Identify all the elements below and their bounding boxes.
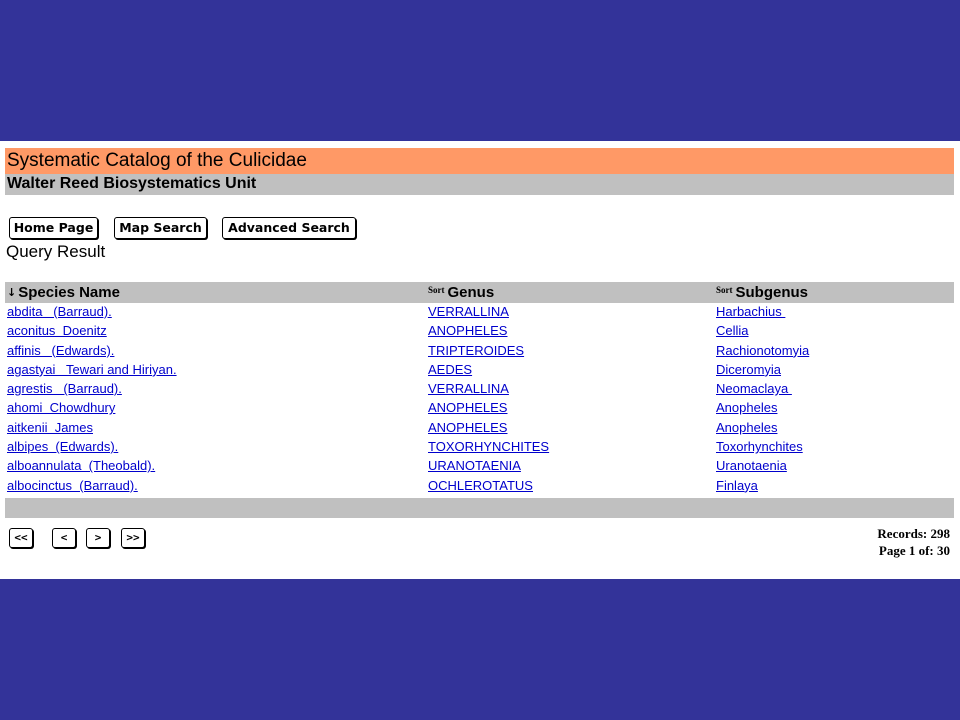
genus-link[interactable]: OCHLEROTATUS [428,478,533,493]
table-row: abdita (Barraud). VERRALLINA Harbachius [0,304,960,323]
subgenus-link[interactable]: Rachionotomyia [716,343,809,358]
table-row: albipes (Edwards). TOXORHYNCHITES Toxorhyn… [0,439,960,458]
table-row: aitkenii James ANOPHELES Anopheles [0,420,960,439]
map-search-button[interactable]: Map Search [114,217,207,239]
table-row: aconitus Doenitz ANOPHELES Cellia [0,323,960,342]
species-link[interactable]: aitkenii James [7,420,93,435]
table-row: alboannulata (Theobald). URANOTAENIA Urano… [0,458,960,477]
title-bar: Systematic Catalog of the Culicidae [5,148,954,174]
genus-link[interactable]: URANOTAENIA [428,458,521,473]
genus-link[interactable]: TOXORHYNCHITES [428,439,549,454]
genus-link[interactable]: TRIPTEROIDES [428,343,524,358]
header-species[interactable]: ↓ Species Name [7,284,120,301]
table-footer-bar [5,498,954,518]
genus-link[interactable]: ANOPHELES [428,420,507,435]
catalog-panel: Systematic Catalog of the Culicidae Walt… [0,141,960,579]
species-link[interactable]: albipes (Edwards). [7,439,118,454]
species-link[interactable]: aconitus Doenitz [7,323,107,338]
header-genus[interactable]: Sort Genus [428,284,494,301]
first-page-button[interactable]: << [9,528,33,548]
genus-link[interactable]: VERRALLINA [428,304,509,319]
species-link[interactable]: agrestis (Barraud). [7,381,122,396]
prev-page-button[interactable]: < [52,528,76,548]
subgenus-link[interactable]: Diceromyia [716,362,781,377]
page-title: Systematic Catalog of the Culicidae [7,150,307,171]
next-page-button[interactable]: > [86,528,110,548]
home-page-button[interactable]: Home Page [9,217,98,239]
species-link[interactable]: alboannulata (Theobald). [7,458,155,473]
genus-link[interactable]: AEDES [428,362,472,377]
sort-subgenus-button[interactable]: Sort [716,285,733,295]
subgenus-link[interactable]: Neomaclaya [716,381,792,396]
table-row: albocinctus (Barraud). OCHLEROTATUS Finlay… [0,478,960,497]
results-table-header: ↓ Species Name Sort Genus Sort Subgenus [5,282,954,303]
advanced-search-button[interactable]: Advanced Search [222,217,356,239]
subgenus-link[interactable]: Finlaya [716,478,758,493]
last-page-button[interactable]: >> [121,528,145,548]
subgenus-link[interactable]: Anopheles [716,420,777,435]
page-indicator: Page 1 of: 30 [878,543,950,558]
table-row: agastyai Tewari and Hiriyan. AEDES Dicerom… [0,362,960,381]
species-link[interactable]: agastyai Tewari and Hiriyan. [7,362,177,377]
genus-link[interactable]: ANOPHELES [428,400,507,415]
species-link[interactable]: affinis (Edwards). [7,343,114,358]
genus-link[interactable]: ANOPHELES [428,323,507,338]
query-result-label: Query Result [6,242,106,261]
subgenus-link[interactable]: Cellia [716,323,749,338]
table-row: agrestis (Barraud). VERRALLINA Neomaclaya [0,381,960,400]
subgenus-link[interactable]: Toxorhynchites [716,439,803,454]
results-table-body: abdita (Barraud). VERRALLINA Harbachius ac… [0,304,960,497]
subtitle-bar: Walter Reed Biosystematics Unit [5,174,954,195]
species-link[interactable]: abdita (Barraud). [7,304,112,319]
subgenus-link[interactable]: Uranotaenia [716,458,787,473]
table-row: affinis (Edwards). TRIPTEROIDES Rachionoto… [0,343,960,362]
species-link[interactable]: albocinctus (Barraud). [7,478,138,493]
records-count: Records: 298 [877,526,950,541]
species-link[interactable]: ahomi Chowdhury [7,400,115,415]
page-subtitle: Walter Reed Biosystematics Unit [7,175,257,192]
table-row: ahomi Chowdhury ANOPHELES Anopheles [0,400,960,419]
subgenus-link[interactable]: Harbachius [716,304,785,319]
header-subgenus[interactable]: Sort Subgenus [716,284,808,301]
sort-az-icon[interactable]: ↓ [7,286,16,299]
genus-link[interactable]: VERRALLINA [428,381,509,396]
sort-genus-button[interactable]: Sort [428,285,445,295]
subgenus-link[interactable]: Anopheles [716,400,777,415]
